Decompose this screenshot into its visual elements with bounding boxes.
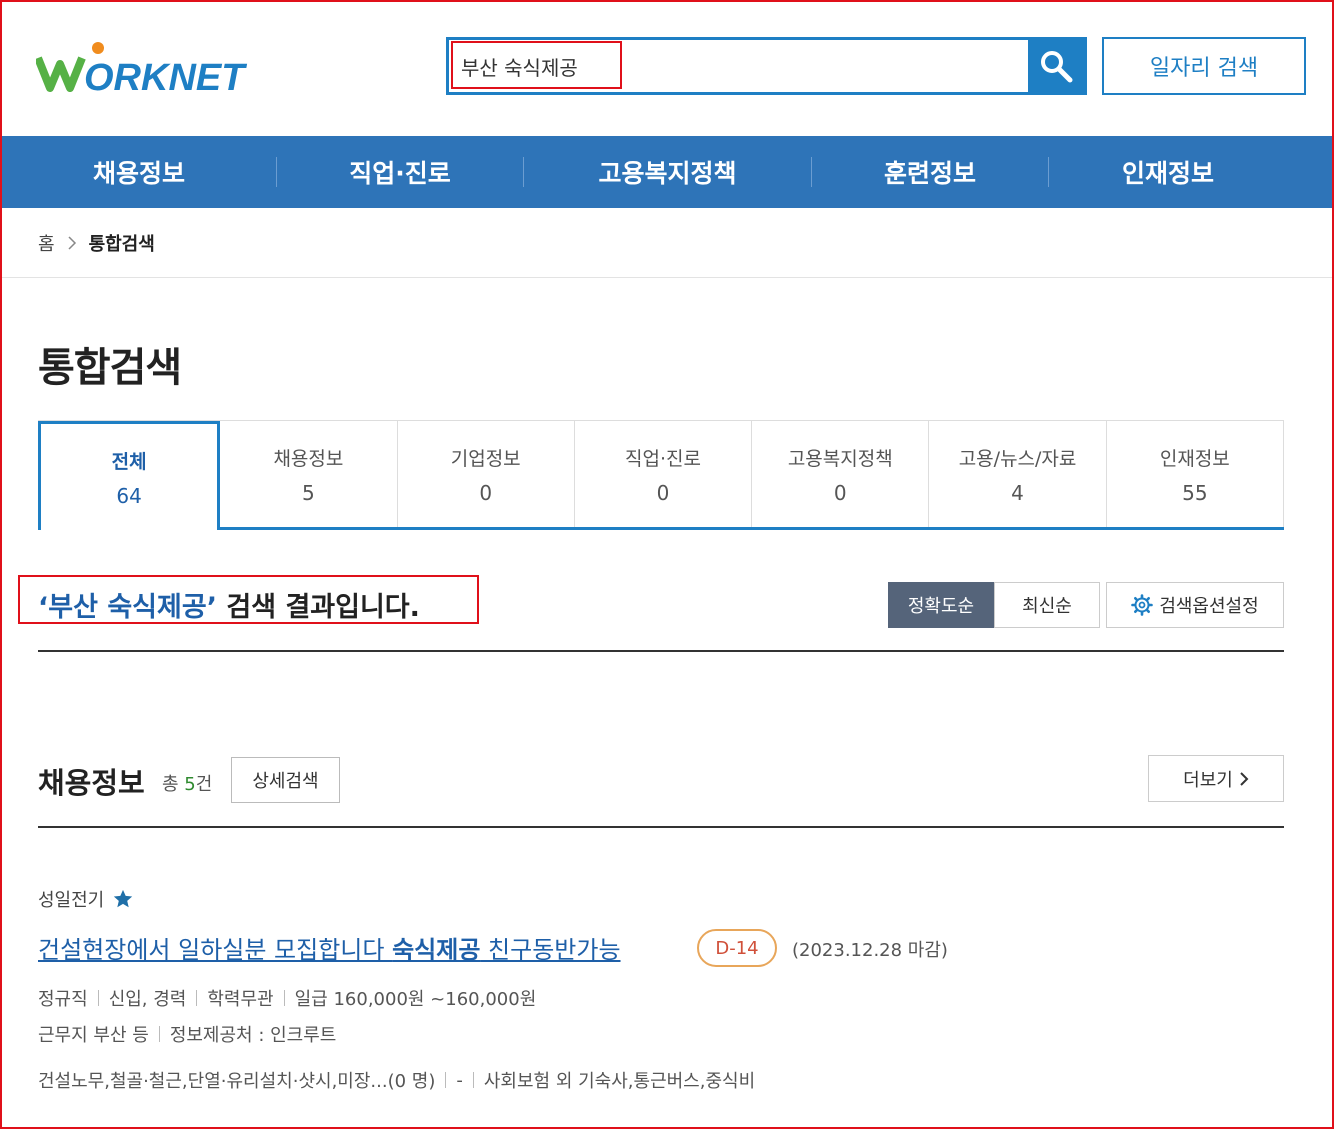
breadcrumb-divider: [2, 277, 1332, 278]
tab-count: 4: [1011, 480, 1024, 505]
meta-separator: [158, 1026, 160, 1042]
detail-search-button[interactable]: 상세검색: [231, 757, 340, 803]
tab-recruit[interactable]: 채용정보 5: [220, 421, 398, 527]
page-title: 통합검색: [38, 345, 182, 391]
nav-item-training[interactable]: 훈련정보: [812, 154, 1048, 190]
career-level: 신입, 경력: [108, 989, 187, 1010]
benefits: 사회보험 외 기숙사,통근버스,중식비: [483, 1071, 756, 1092]
breadcrumb-home[interactable]: 홈: [38, 230, 55, 256]
tab-label: 채용정보: [273, 447, 344, 470]
tab-welfare[interactable]: 고용복지정책 0: [752, 421, 930, 527]
star-icon[interactable]: [112, 888, 134, 910]
nav-item-recruit[interactable]: 채용정보: [2, 154, 276, 190]
section-title: 채용정보: [38, 766, 145, 800]
tab-label: 고용복지정책: [787, 447, 893, 470]
employment-type: 정규직: [38, 989, 88, 1010]
tab-count: 5: [302, 480, 315, 505]
section-count: 총 5건: [162, 770, 212, 796]
highlight-box-search: [451, 41, 622, 89]
tab-label: 고용/뉴스/자료: [958, 447, 1077, 470]
sort-latest-button[interactable]: 최신순: [994, 582, 1100, 628]
worknet-logo[interactable]: ORKNET: [34, 38, 266, 99]
tab-count: 0: [479, 480, 493, 505]
tab-label: 기업정보: [450, 447, 521, 470]
section-count-value: 5: [184, 774, 196, 795]
education: 학력무관: [207, 989, 274, 1010]
deadline-text: (2023.12.28 마감): [792, 940, 948, 961]
meta-separator: [97, 990, 99, 1006]
more-label: 더보기: [1183, 769, 1233, 791]
more-button[interactable]: 더보기: [1148, 755, 1284, 802]
job-title-keyword: 숙식제공: [392, 936, 481, 964]
company-label: 성일전기: [38, 890, 105, 911]
category-tabs: 전체 64 채용정보 5 기업정보 0 직업·진로 0 고용복지정책 0 고용/뉴스/자료…: [38, 420, 1284, 530]
job-title-part: 건설현장에서 일하실분 모집합니다: [38, 936, 393, 964]
breadcrumb: 홈 통합검색: [38, 230, 155, 256]
search-options-label: 검색옵션설정: [1159, 596, 1259, 617]
nav-item-career[interactable]: 직업·진로: [277, 154, 523, 190]
tab-count: 64: [116, 483, 142, 508]
company-name[interactable]: 성일전기: [38, 886, 134, 912]
meta-separator: [472, 1072, 474, 1088]
meta-separator: [283, 990, 285, 1006]
info-source: 정보제공처 : 인크루트: [169, 1025, 337, 1046]
section-count-suffix: 건: [195, 774, 213, 795]
tab-company[interactable]: 기업정보 0: [398, 421, 575, 527]
svg-text:ORKNET: ORKNET: [84, 57, 247, 98]
job-category: 건설노무,철골·철근,단열·유리설치·샷시,미장...(0 명): [38, 1071, 436, 1092]
meta-separator: [196, 990, 198, 1006]
breadcrumb-current: 통합검색: [88, 234, 155, 255]
tab-count: 55: [1182, 480, 1208, 505]
sort-group: 정확도순 최신순: [888, 582, 1100, 628]
chevron-right-icon: [1240, 771, 1249, 786]
job-meta-details: 건설노무,철골·철근,단열·유리설치·샷시,미장...(0 명) - 사회보험 …: [38, 1067, 755, 1093]
search-options-button[interactable]: 검색옵션설정: [1106, 582, 1284, 628]
section-divider: [38, 826, 1284, 828]
job-title-part: 친구동반가능: [480, 936, 621, 964]
tab-label: 인재정보: [1159, 447, 1230, 470]
tab-talent[interactable]: 인재정보 55: [1107, 421, 1284, 527]
search-button[interactable]: [1028, 40, 1084, 92]
highlight-box-result: [18, 575, 479, 624]
meta-dash: -: [456, 1069, 463, 1091]
dday-badge: D-14: [697, 929, 777, 967]
job-search-button[interactable]: 일자리 검색: [1102, 37, 1306, 95]
result-divider: [38, 650, 1284, 652]
work-location: 근무지 부산 등: [38, 1025, 149, 1046]
nav-item-welfare[interactable]: 고용복지정책: [524, 154, 811, 190]
sort-accuracy-button[interactable]: 정확도순: [888, 582, 994, 628]
meta-separator: [445, 1072, 447, 1088]
nav-item-talent[interactable]: 인재정보: [1049, 154, 1287, 190]
gear-icon: [1131, 594, 1154, 616]
tab-count: 0: [833, 480, 847, 505]
wage: 일급 160,000원 ~160,000원: [294, 989, 537, 1010]
tab-label: 직업·진로: [625, 447, 701, 470]
tab-count: 0: [656, 480, 670, 505]
search-icon: [1041, 51, 1073, 83]
main-nav: 채용정보 직업·진로 고용복지정책 훈련정보 인재정보: [2, 136, 1332, 208]
tab-label: 전체: [111, 450, 147, 473]
job-meta-location: 근무지 부산 등 정보제공처 : 인크루트: [38, 1021, 336, 1047]
job-meta-conditions: 정규직 신입, 경력 학력무관 일급 160,000원 ~160,000원: [38, 985, 536, 1011]
chevron-right-icon: [68, 236, 76, 250]
tab-news[interactable]: 고용/뉴스/자료 4: [929, 421, 1107, 527]
section-count-prefix: 총: [162, 774, 185, 795]
tab-all[interactable]: 전체 64: [38, 421, 221, 530]
job-title-link[interactable]: 건설현장에서 일하실분 모집합니다 숙식제공 친구동반가능: [38, 930, 621, 965]
tab-career[interactable]: 직업·진로 0: [575, 421, 753, 527]
